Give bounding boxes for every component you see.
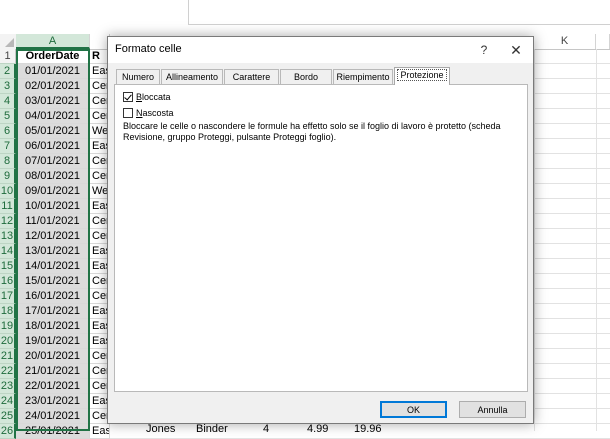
row-header[interactable]: 23	[0, 379, 16, 394]
protection-description: Bloccare le celle o nascondere le formul…	[123, 121, 501, 142]
cell-units[interactable]: 4	[263, 424, 269, 435]
hidden-checkbox[interactable]	[123, 108, 133, 118]
cell-orderdate[interactable]: 14/01/2021	[16, 259, 90, 274]
locked-checkbox[interactable]	[123, 92, 133, 102]
row-header[interactable]: 25	[0, 409, 16, 424]
cell-orderdate[interactable]: 02/01/2021	[16, 79, 90, 94]
tab-protezione[interactable]: Protezione	[394, 67, 450, 85]
cell-unit-cost[interactable]: 4.99	[307, 424, 328, 435]
cell-orderdate[interactable]: 11/01/2021	[16, 214, 90, 229]
hidden-label: Nascosta	[136, 108, 174, 118]
row-header[interactable]: 17	[0, 289, 16, 304]
cell-orderdate[interactable]: 08/01/2021	[16, 169, 90, 184]
format-cells-dialog: Formato celle ? ✕ Numero Allineamento Ca…	[107, 36, 534, 424]
locked-label: Bloccata	[136, 92, 171, 102]
row-header[interactable]: 9	[0, 169, 16, 184]
hidden-option[interactable]: Nascosta	[123, 106, 174, 120]
row-header[interactable]: 6	[0, 124, 16, 139]
tab-allineamento[interactable]: Allineamento	[161, 69, 223, 84]
row-header[interactable]: 20	[0, 334, 16, 349]
row-header[interactable]: 12	[0, 214, 16, 229]
cell-orderdate[interactable]: 21/01/2021	[16, 364, 90, 379]
tab-label: Bordo	[293, 72, 319, 82]
cell-region[interactable]: East	[90, 424, 110, 439]
row-header[interactable]: 18	[0, 304, 16, 319]
column-header-l[interactable]	[596, 34, 610, 49]
select-all-corner[interactable]	[0, 34, 17, 49]
row-header[interactable]: 11	[0, 199, 16, 214]
dialog-title: Formato celle	[115, 43, 182, 55]
tab-carattere[interactable]: Carattere	[224, 69, 279, 84]
cell-orderdate[interactable]: 15/01/2021	[16, 274, 90, 289]
cell-orderdate[interactable]: 04/01/2021	[16, 109, 90, 124]
tab-label: Allineamento	[165, 72, 219, 82]
column-header-k[interactable]: K	[534, 34, 596, 49]
cell-orderdate[interactable]: 22/01/2021	[16, 379, 90, 394]
cell-orderdate[interactable]: 24/01/2021	[16, 409, 90, 424]
row-header[interactable]: 4	[0, 94, 16, 109]
row-header[interactable]: 24	[0, 394, 16, 409]
dialog-titlebar[interactable]: Formato celle ? ✕	[108, 37, 533, 63]
row-header[interactable]: 8	[0, 154, 16, 169]
cell-orderdate[interactable]: 03/01/2021	[16, 94, 90, 109]
cell-total[interactable]: 19.96	[354, 424, 382, 435]
row-header[interactable]: 22	[0, 364, 16, 379]
row-header[interactable]: 14	[0, 244, 16, 259]
tab-numero[interactable]: Numero	[116, 69, 160, 84]
close-icon[interactable]: ✕	[507, 41, 525, 59]
tab-label: Numero	[121, 72, 154, 82]
gridline	[534, 49, 535, 431]
row-header[interactable]: 7	[0, 139, 16, 154]
cell-orderdate[interactable]: 23/01/2021	[16, 394, 90, 409]
gridline	[596, 49, 597, 431]
cancel-button[interactable]: Annulla	[459, 401, 526, 418]
cell-orderdate[interactable]: 20/01/2021	[16, 349, 90, 364]
row-header[interactable]: 3	[0, 79, 16, 94]
cell-orderdate[interactable]: 09/01/2021	[16, 184, 90, 199]
cell-orderdate[interactable]: 06/01/2021	[16, 139, 90, 154]
cell-orderdate[interactable]: 07/01/2021	[16, 154, 90, 169]
row-header[interactable]: 13	[0, 229, 16, 244]
tab-riempimento[interactable]: Riempimento	[333, 69, 393, 84]
header-cell-orderdate[interactable]: OrderDate	[16, 49, 90, 64]
row-header[interactable]: 10	[0, 184, 16, 199]
hidden-label-rest: ascosta	[142, 108, 174, 118]
locked-label-rest: loccata	[142, 92, 171, 102]
cell-orderdate[interactable]: 12/01/2021	[16, 229, 90, 244]
row-header[interactable]: 26	[0, 424, 16, 439]
column-header-a[interactable]: A	[16, 34, 90, 49]
protection-panel: Bloccata Nascosta Bloccare le celle o na…	[114, 84, 528, 392]
cell-orderdate[interactable]: 10/01/2021	[16, 199, 90, 214]
cell-orderdate[interactable]: 13/01/2021	[16, 244, 90, 259]
locked-option[interactable]: Bloccata	[123, 90, 171, 104]
cell-rep[interactable]: Jones	[146, 424, 175, 435]
cell-item[interactable]: Binder	[196, 424, 228, 435]
help-icon[interactable]: ?	[475, 41, 493, 59]
cell-orderdate[interactable]: 05/01/2021	[16, 124, 90, 139]
formula-bar[interactable]	[188, 0, 610, 25]
tab-label: Protezione	[397, 69, 447, 81]
row-header[interactable]: 1	[0, 49, 16, 64]
ok-button[interactable]: OK	[380, 401, 447, 418]
row-header[interactable]: 16	[0, 274, 16, 289]
dialog-tabs: Numero Allineamento Carattere Bordo Riem…	[114, 67, 524, 85]
cell-orderdate[interactable]: 25/01/2021	[16, 424, 90, 439]
tab-label: Riempimento	[336, 72, 390, 82]
cell-orderdate[interactable]: 16/01/2021	[16, 289, 90, 304]
cell-orderdate[interactable]: 18/01/2021	[16, 319, 90, 334]
row-header[interactable]: 2	[0, 64, 16, 79]
row-header[interactable]: 19	[0, 319, 16, 334]
cell-orderdate[interactable]: 17/01/2021	[16, 304, 90, 319]
tab-bordo[interactable]: Bordo	[280, 69, 332, 84]
row-header[interactable]: 5	[0, 109, 16, 124]
cell-orderdate[interactable]: 19/01/2021	[16, 334, 90, 349]
cell-orderdate[interactable]: 01/01/2021	[16, 64, 90, 79]
tab-label: Carattere	[232, 72, 271, 82]
row-header[interactable]: 15	[0, 259, 16, 274]
row-header[interactable]: 21	[0, 349, 16, 364]
